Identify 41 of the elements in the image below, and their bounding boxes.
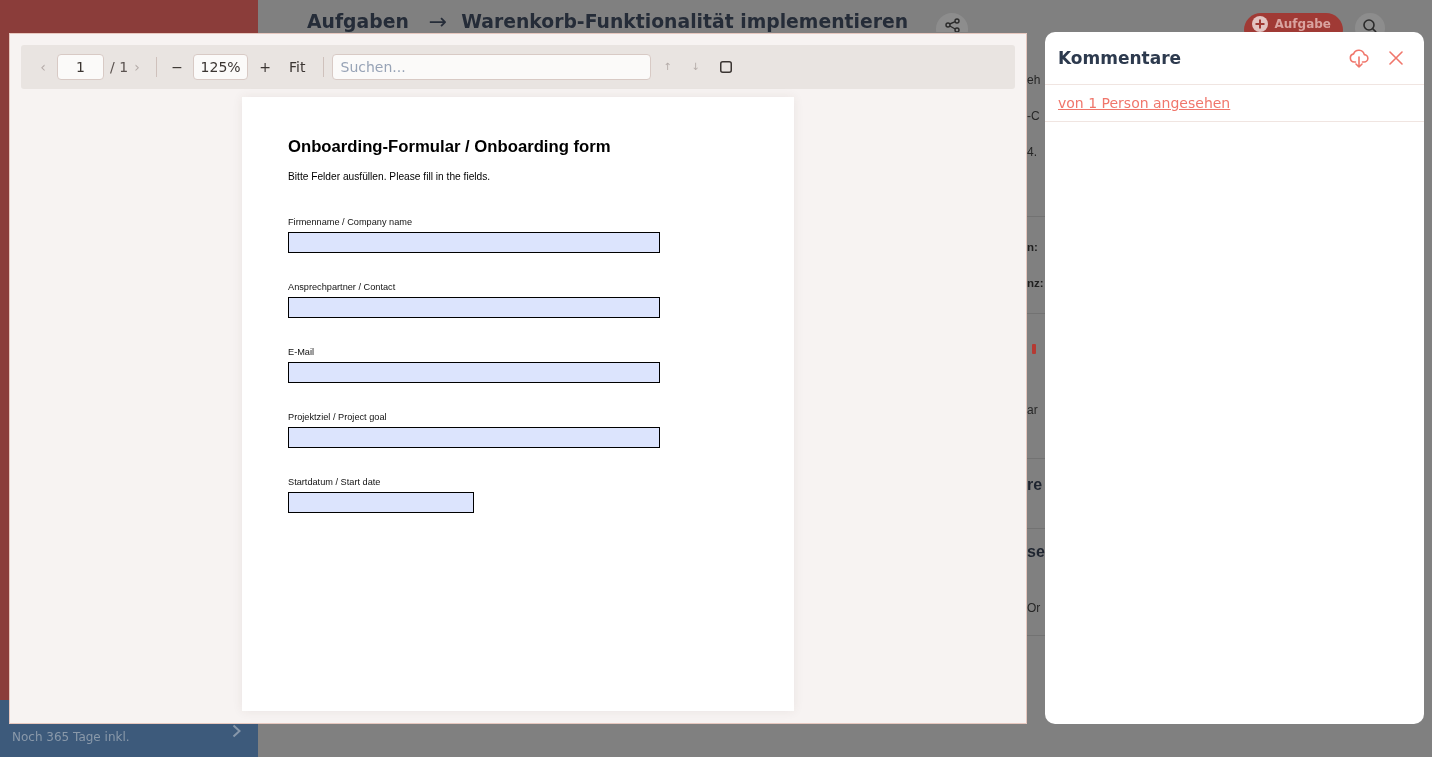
- field-label: Projektziel / Project goal: [288, 412, 387, 423]
- task-title: Warenkorb-Funktionalität implementieren: [461, 11, 909, 32]
- zoom-in-button[interactable]: +: [257, 57, 274, 77]
- panel-title: Kommentare: [1058, 47, 1182, 69]
- fit-button[interactable]: Fit: [282, 57, 313, 77]
- form-field[interactable]: [288, 297, 660, 318]
- plus-icon: [1251, 16, 1268, 32]
- form-field[interactable]: [288, 232, 660, 253]
- field-label: n:: [1027, 240, 1038, 254]
- detail-text: -C: [1027, 109, 1040, 123]
- search-field[interactable]: Suchen...: [331, 54, 651, 80]
- zoom-field[interactable]: 125%: [193, 54, 249, 80]
- close-icon[interactable]: [1389, 51, 1403, 65]
- breadcrumb-arrow: →: [428, 11, 448, 32]
- field-label: Ansprechpartner / Contact: [288, 282, 396, 293]
- page-number-field[interactable]: 1: [57, 54, 104, 80]
- square-icon[interactable]: [719, 61, 732, 73]
- section-heading: re: [1027, 476, 1043, 494]
- detail-text: 4.: [1027, 145, 1037, 159]
- form-field[interactable]: [288, 492, 474, 513]
- detail-text: eh: [1027, 73, 1041, 87]
- field-label: Firmenname / Company name: [288, 217, 413, 228]
- cloud-download-icon[interactable]: [1349, 48, 1369, 68]
- detail-text: ar: [1027, 403, 1038, 417]
- section-heading: se: [1027, 543, 1045, 561]
- form-field[interactable]: [288, 362, 660, 383]
- field-label: Startdatum / Start date: [288, 477, 381, 488]
- search-icon[interactable]: [1355, 13, 1385, 32]
- form-field[interactable]: [288, 427, 660, 448]
- field-label: E-Mail: [288, 347, 315, 358]
- detail-text: Or: [1027, 601, 1041, 615]
- share-icon[interactable]: [936, 13, 969, 32]
- viewers-link[interactable]: von 1 Person angesehen: [1058, 94, 1231, 112]
- field-label: nz:: [1027, 276, 1044, 290]
- page-count: / 1: [110, 57, 129, 77]
- breadcrumb-link[interactable]: Aufgaben: [307, 11, 409, 32]
- document-title: Onboarding-Formular / Onboarding form: [288, 137, 611, 157]
- trial-info-text: Noch 365 Tage inkl.: [12, 730, 130, 744]
- marker-icon: [1032, 344, 1036, 354]
- zoom-out-button[interactable]: −: [169, 57, 186, 77]
- instruction-text: Bitte Felder ausfüllen. Please fill in the fields.: [288, 170, 491, 184]
